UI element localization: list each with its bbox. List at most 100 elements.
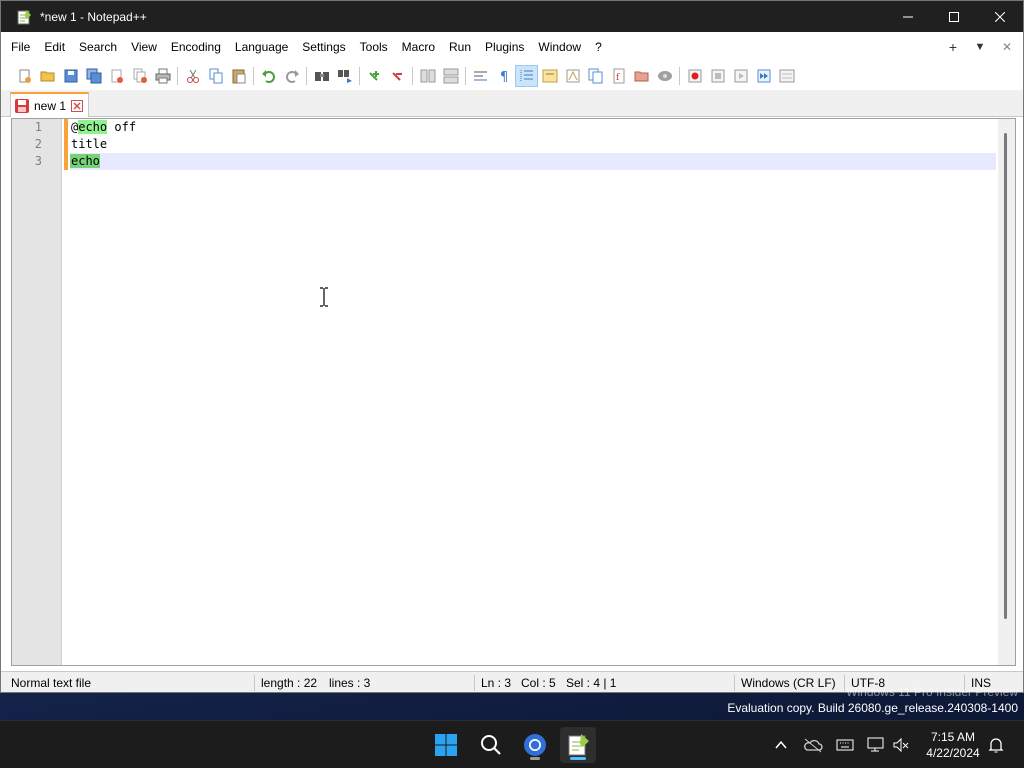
taskbar: 7:15 AM 4/22/2024 — [0, 720, 1024, 768]
tab-close-icon[interactable] — [71, 99, 83, 112]
zoom-out-button[interactable] — [386, 65, 409, 87]
close-window-button[interactable] — [977, 1, 1023, 32]
tab-bar: new 1 — [1, 90, 1023, 117]
folder-as-workspace-button[interactable] — [630, 65, 653, 87]
save-icon — [64, 69, 77, 83]
status-column: Col : 5 — [521, 676, 556, 690]
save-all-button[interactable] — [82, 65, 105, 87]
document-list-button[interactable] — [584, 65, 607, 87]
vertical-scrollbar[interactable] — [998, 119, 1015, 665]
chevron-up-icon — [775, 740, 787, 749]
word-wrap-button[interactable] — [469, 65, 492, 87]
redo-button[interactable] — [280, 65, 303, 87]
undo-button[interactable] — [257, 65, 280, 87]
stop-recording-icon — [711, 69, 724, 83]
monitoring-button[interactable] — [653, 65, 676, 87]
document-map-button[interactable] — [561, 65, 584, 87]
tab-label: new 1 — [34, 98, 67, 113]
save-macro-button[interactable] — [775, 65, 798, 87]
open-file-icon — [40, 71, 54, 82]
open-file-button[interactable] — [36, 65, 59, 87]
taskbar-clock[interactable]: 7:15 AM 4/22/2024 — [918, 729, 988, 761]
paste-button[interactable] — [227, 65, 250, 87]
code-line-1[interactable]: @echo off — [70, 119, 996, 136]
toolbar-separator — [679, 67, 680, 85]
user-defined-language-button[interactable] — [538, 65, 561, 87]
clock-time: 7:15 AM — [930, 730, 976, 744]
network-tray[interactable] — [866, 735, 886, 755]
document-list-icon — [588, 68, 602, 84]
menu-tools[interactable]: Tools — [353, 32, 395, 62]
code-line-3-current[interactable]: echo — [70, 153, 996, 170]
copy-button[interactable] — [204, 65, 227, 87]
indent-guide-icon — [520, 70, 533, 82]
notification-center-button[interactable] — [986, 735, 1006, 755]
menu-edit[interactable]: Edit — [37, 32, 72, 62]
search-icon — [481, 735, 501, 755]
change-history-marker — [64, 136, 68, 153]
toolbar-separator — [412, 67, 413, 85]
menu-search[interactable]: Search — [72, 32, 124, 62]
cut-button[interactable] — [181, 65, 204, 87]
stop-recording-button[interactable] — [706, 65, 729, 87]
print-button[interactable] — [151, 65, 174, 87]
menu-language[interactable]: Language — [228, 32, 295, 62]
keyboard-tray[interactable] — [835, 735, 855, 755]
title-bar[interactable]: *new 1 - Notepad++ — [1, 1, 1023, 32]
taskbar-notepadpp[interactable] — [560, 727, 596, 763]
record-macro-button[interactable] — [683, 65, 706, 87]
play-macro-button[interactable] — [729, 65, 752, 87]
onedrive-tray[interactable] — [803, 735, 823, 755]
replace-button[interactable] — [333, 65, 356, 87]
watermark-edition: Windows 11 Pro Insider Preview — [846, 685, 1018, 699]
cut-icon — [186, 69, 199, 83]
close-all-icon — [133, 68, 147, 83]
volume-tray[interactable] — [891, 735, 911, 755]
menu-file[interactable]: File — [1, 32, 37, 62]
sync-horizontal-icon — [443, 68, 458, 84]
line-number: 3 — [34, 154, 42, 168]
code-line-2[interactable]: title — [70, 136, 996, 153]
sync-vertical-button[interactable] — [416, 65, 439, 87]
close-file-button[interactable] — [105, 65, 128, 87]
line-number: 1 — [34, 120, 42, 134]
menu-encoding[interactable]: Encoding — [164, 32, 228, 62]
line-number-gutter: 1 2 3 — [12, 119, 62, 665]
close-document-button[interactable]: ✕ — [1001, 40, 1013, 54]
menu-settings[interactable]: Settings — [295, 32, 352, 62]
start-button[interactable] — [428, 727, 464, 763]
indent-guide-button[interactable] — [515, 65, 538, 87]
minimize-button[interactable] — [885, 1, 931, 32]
find-button[interactable] — [310, 65, 333, 87]
tab-list-dropdown-button[interactable]: ▼ — [974, 41, 986, 53]
active-indicator — [570, 757, 586, 760]
menu-help[interactable]: ? — [588, 32, 609, 62]
menu-bar: File Edit Search View Encoding Language … — [1, 32, 1023, 62]
line-number: 2 — [34, 137, 42, 151]
tab-new-1[interactable]: new 1 — [10, 92, 89, 117]
toolbar-separator — [306, 67, 307, 85]
show-hidden-icons-button[interactable] — [771, 735, 791, 755]
taskbar-chrome[interactable] — [517, 727, 553, 763]
function-list-button[interactable]: f — [607, 65, 630, 87]
new-file-button[interactable] — [13, 65, 36, 87]
window-title: *new 1 - Notepad++ — [40, 9, 147, 24]
zoom-in-button[interactable] — [363, 65, 386, 87]
close-file-icon — [111, 69, 123, 83]
save-button[interactable] — [59, 65, 82, 87]
run-macro-multiple-button[interactable] — [752, 65, 775, 87]
menu-macro[interactable]: Macro — [395, 32, 442, 62]
keyboard-icon — [836, 739, 854, 751]
scrollbar-thumb[interactable] — [1004, 133, 1007, 619]
menu-plugins[interactable]: Plugins — [478, 32, 531, 62]
close-all-button[interactable] — [128, 65, 151, 87]
menu-window[interactable]: Window — [531, 32, 588, 62]
taskbar-search-button[interactable] — [473, 727, 509, 763]
sync-horizontal-button[interactable] — [439, 65, 462, 87]
text-editor[interactable]: 1 2 3 @echo off title echo — [11, 118, 1016, 666]
add-tab-button[interactable]: + — [947, 39, 959, 55]
menu-view[interactable]: View — [124, 32, 164, 62]
menu-run[interactable]: Run — [442, 32, 478, 62]
show-all-characters-button[interactable]: ¶ — [492, 65, 515, 87]
maximize-button[interactable] — [931, 1, 977, 32]
